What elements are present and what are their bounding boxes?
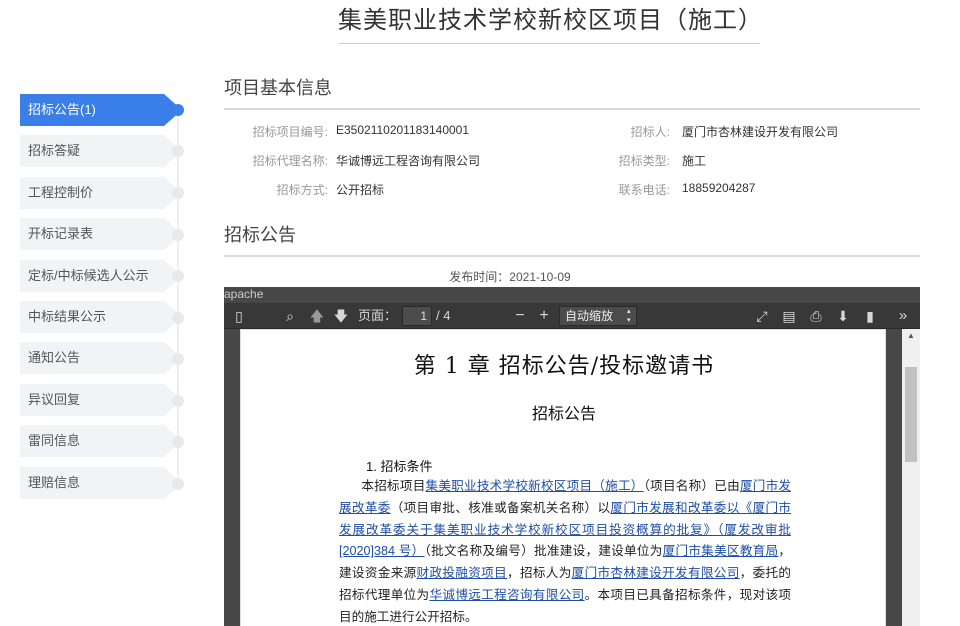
link-fund: 财政投融资项目 — [416, 566, 508, 581]
timeline-dot — [172, 312, 184, 324]
sidebar-item-similarity-info[interactable]: 雷同信息 — [20, 425, 182, 458]
method-label: 招标方式: — [276, 183, 328, 197]
text: （项目名称）已由 — [643, 479, 740, 493]
download-icon[interactable]: ⬇ — [834, 307, 852, 325]
sidebar-item-control-price[interactable]: 工程控制价 — [20, 176, 182, 209]
search-icon[interactable]: ⌕ — [281, 307, 299, 325]
page-number-input[interactable]: 1 — [402, 306, 432, 326]
sidebar-item-objection-reply[interactable]: 异议回复 — [20, 383, 182, 416]
chapter-title: 第 1 章 招标公告/投标邀请书 — [413, 354, 715, 379]
sidebar-item-tender-qa[interactable]: 招标答疑 — [20, 135, 182, 168]
tender-type-label: 招标类型: — [618, 154, 670, 168]
link-project: 集美职业技术学校新校区项目（施工） — [425, 479, 644, 493]
link-owner: 厦门市集美区教育局 — [662, 544, 779, 559]
tender-type-value: 施工 — [682, 154, 707, 168]
text: 本招标项目 — [361, 479, 426, 493]
project-code-label: 招标项目编号: — [252, 125, 328, 139]
page-down-icon[interactable]: 🡇 — [332, 307, 350, 325]
sidebar-item-candidate-publicity[interactable]: 定标/中标候选人公示 — [20, 259, 182, 292]
more-tools-icon[interactable]: » — [894, 307, 912, 325]
text: （项目审批、核准或备案机关名称）以 — [390, 500, 611, 515]
document-page: 第 1 章 招标公告/投标邀请书 招标公告 1. 招标条件 本招标项目集美职业技… — [240, 329, 886, 626]
project-code-value: E3502110201183140001 — [336, 123, 470, 137]
timeline-dot — [172, 436, 184, 448]
page-up-icon[interactable]: 🡅 — [308, 307, 326, 325]
announcement-heading: 招标公告 — [224, 221, 920, 257]
document-paragraph: 本招标项目集美职业技术学校新校区项目（施工）（项目名称）已由厦门市发展改革委（项… — [339, 476, 791, 626]
tenderer-value: 厦门市杏林建设开发有限公司 — [682, 125, 839, 139]
timeline-dot — [172, 395, 184, 407]
tenderer-label: 招标人: — [630, 125, 670, 139]
vertical-scrollbar[interactable]: ▲ — [902, 329, 920, 626]
zoom-value: 自动缩放 — [565, 309, 614, 323]
sidebar-item-tender-notice[interactable]: 招标公告(1) — [20, 94, 182, 126]
bookmark-icon[interactable]: ▮ — [861, 307, 879, 325]
scroll-thumb[interactable] — [905, 367, 917, 462]
method-value: 公开招标 — [336, 183, 385, 197]
agency-value: 华诚博远工程咨询有限公司 — [336, 154, 481, 168]
link-agency: 华诚博远工程咨询有限公司 — [429, 587, 585, 602]
sidebar-nav: 招标公告(1) 招标答疑 工程控制价 开标记录表 定标/中标候选人公示 中标结果… — [20, 94, 190, 508]
sidebar-toggle-icon[interactable]: ▯ — [230, 307, 248, 325]
total-pages: / 4 — [436, 308, 451, 323]
page-label: 页面： — [358, 308, 398, 323]
sidebar-item-notice[interactable]: 通知公告 — [20, 342, 182, 375]
section-title: 1. 招标条件 — [366, 459, 433, 474]
pdf-toolbar: ▯ ⌕ 🡅 🡇 页面： 1 / 4 − + 自动缩放 ⤢ ▤ ⎙ ⬇ ▮ » — [224, 303, 920, 329]
text: ，招标人为 — [507, 566, 572, 581]
timeline-dot — [172, 478, 184, 490]
basic-info-heading: 项目基本信息 — [224, 74, 920, 110]
pdf-viewer: apache ▯ ⌕ 🡅 🡇 页面： 1 / 4 − + 自动缩放 ⤢ ▤ ⎙ … — [224, 287, 920, 626]
presentation-icon[interactable]: ⤢ — [753, 307, 771, 325]
zoom-in-icon[interactable]: + — [535, 307, 553, 325]
sidebar-item-bid-opening-record[interactable]: 开标记录表 — [20, 218, 182, 251]
phone-label: 联系电话: — [618, 183, 670, 197]
phone-value: 18859204287 — [682, 181, 756, 195]
sidebar-item-award-result[interactable]: 中标结果公示 — [20, 300, 182, 333]
timeline-dot — [172, 187, 184, 199]
text: （批文名称及编号）批准建设，建设单位为 — [424, 544, 663, 559]
document-subtitle: 招标公告 — [531, 404, 596, 423]
scroll-up-arrow-icon[interactable]: ▲ — [902, 331, 920, 340]
sidebar-item-claim-info[interactable]: 理赔信息 — [20, 466, 182, 499]
agency-label: 招标代理名称: — [252, 154, 328, 168]
zoom-select[interactable]: 自动缩放 — [559, 306, 637, 326]
server-text: apache — [224, 287, 264, 301]
page-title: 集美职业技术学校新校区项目（施工） — [338, 0, 762, 44]
timeline-dot-active — [172, 104, 184, 116]
timeline-dot — [172, 353, 184, 365]
timeline-dot — [172, 270, 184, 282]
link-tenderer: 厦门市杏林建设开发有限公司 — [571, 566, 740, 581]
timeline-dot — [172, 145, 184, 157]
print-icon[interactable]: ⎙ — [807, 307, 825, 325]
zoom-out-icon[interactable]: − — [511, 307, 529, 325]
open-file-icon[interactable]: ▤ — [780, 307, 798, 325]
publish-time: 发布时间：2021-10-09 — [449, 270, 571, 284]
timeline-dot — [172, 229, 184, 241]
